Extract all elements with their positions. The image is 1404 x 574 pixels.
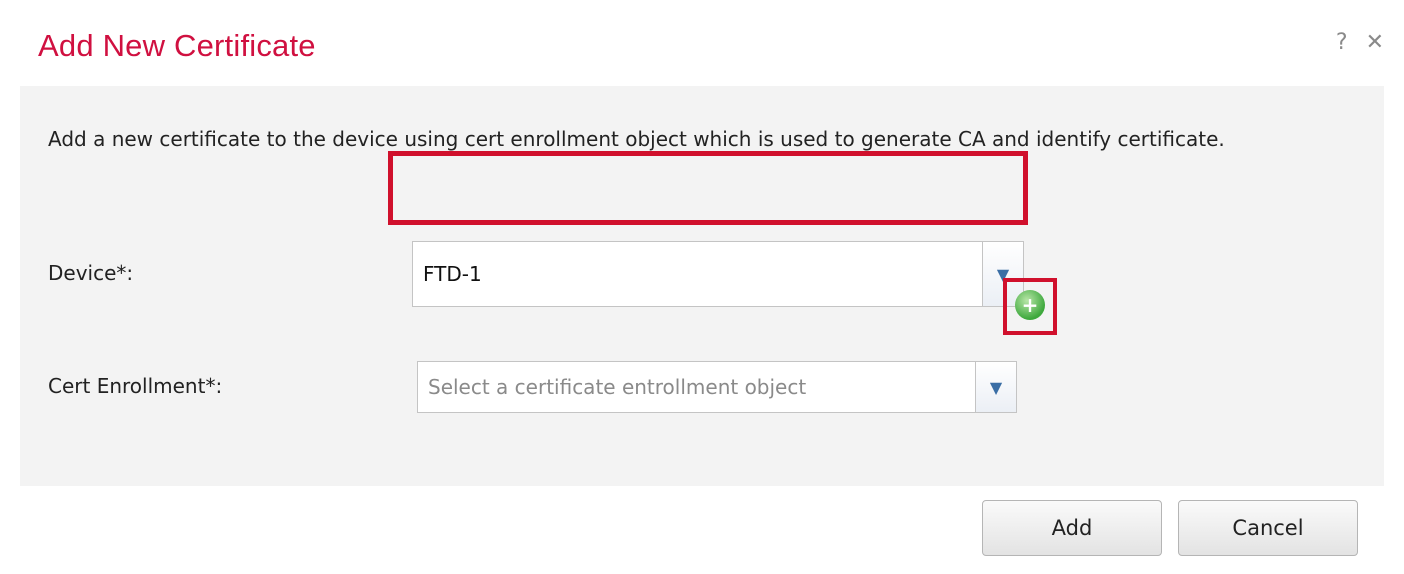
- cert-enrollment-select[interactable]: Select a certificate entrollment object …: [417, 361, 1017, 413]
- add-new-certificate-dialog: Add New Certificate ? ✕ Add a new certif…: [0, 0, 1404, 574]
- device-select[interactable]: FTD-1 ▼: [412, 241, 1024, 307]
- device-label: Device*:: [48, 261, 134, 285]
- dialog-body: Add a new certificate to the device usin…: [20, 86, 1384, 486]
- description-text: Add a new certificate to the device usin…: [48, 127, 1225, 151]
- help-icon[interactable]: ?: [1336, 32, 1348, 54]
- device-select-value: FTD-1: [423, 262, 482, 286]
- chevron-down-icon[interactable]: ▼: [975, 362, 1016, 412]
- dialog-title: Add New Certificate: [38, 28, 316, 63]
- title-bar-icons: ? ✕: [1336, 32, 1384, 54]
- cert-enrollment-placeholder: Select a certificate entrollment object: [428, 375, 807, 399]
- close-icon[interactable]: ✕: [1366, 32, 1384, 54]
- cert-enrollment-label: Cert Enrollment*:: [48, 374, 223, 398]
- add-button[interactable]: Add: [982, 500, 1162, 556]
- cancel-button[interactable]: Cancel: [1178, 500, 1358, 556]
- device-highlight-box: [388, 151, 1028, 225]
- add-cert-enrollment-icon[interactable]: +: [1015, 290, 1045, 320]
